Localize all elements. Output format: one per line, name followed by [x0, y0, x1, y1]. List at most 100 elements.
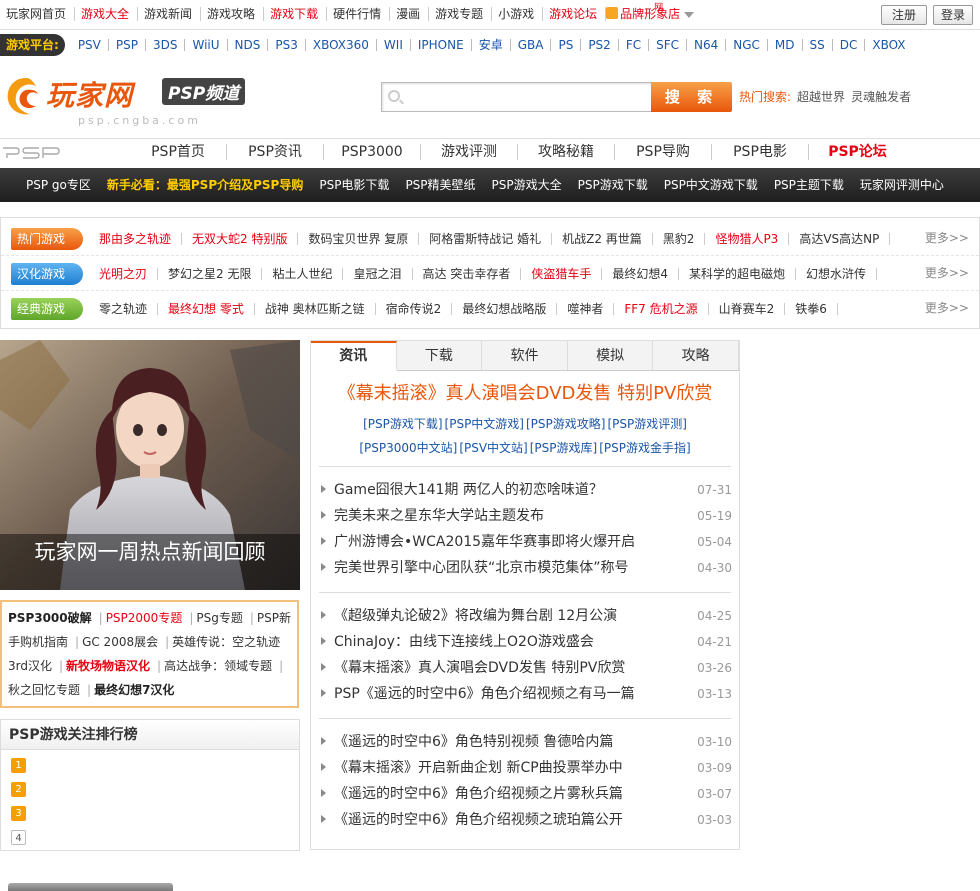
game-link[interactable]: 最终幻想4 [602, 267, 679, 280]
topic-link[interactable]: 秋之回忆专题 [8, 683, 80, 697]
platform-link[interactable]: FC [619, 39, 650, 51]
game-link[interactable]: 最终幻想战略版 [452, 303, 558, 315]
headline-link[interactable]: [PSP游戏库] [530, 441, 597, 455]
channel-tab[interactable]: 攻略秘籍 [518, 144, 615, 160]
headline-link[interactable]: [PSP游戏评测] [607, 417, 686, 431]
game-link[interactable]: 光明之刃 [89, 267, 159, 280]
platform-link[interactable]: MD [768, 39, 803, 51]
top-nav-link[interactable]: 游戏专题 [429, 7, 493, 21]
sub-nav-link[interactable]: PSP中文游戏下载 [656, 168, 766, 202]
more-link[interactable]: 更多>> [925, 299, 969, 316]
top-nav-link[interactable]: 硬件行情 [327, 7, 391, 21]
news-tab[interactable]: 下载 [397, 341, 483, 370]
headline-link[interactable]: [PSP游戏攻略] [526, 417, 605, 431]
news-title[interactable]: 《遥远的时空中6》角色介绍视频之片雾秋兵篇 [334, 786, 623, 802]
news-item[interactable]: ChinaJoy：由线下连接线上O2O游戏盛会 04-21 [321, 630, 732, 654]
news-title[interactable]: ChinaJoy：由线下连接线上O2O游戏盛会 [334, 634, 594, 650]
sub-nav-link[interactable]: 玩家网评测中心 [852, 168, 952, 202]
news-title[interactable]: 《幕末摇滚》真人演唱会DVD发售 特别PV欣赏 [334, 660, 625, 676]
register-button[interactable]: 注册 [881, 5, 927, 25]
headline-link[interactable]: [PSP中文游戏] [445, 417, 524, 431]
chevron-down-icon[interactable] [684, 11, 695, 18]
platform-link[interactable]: PS2 [581, 39, 619, 51]
game-link[interactable]: 怪物猎人P3 [705, 232, 790, 245]
game-link[interactable]: 最终幻想 零式 [158, 303, 255, 315]
bottom-tab[interactable] [8, 883, 173, 891]
hot-keyword[interactable]: 灵魂触发者 [851, 90, 911, 104]
channel-tab[interactable]: PSP首页 [130, 144, 227, 160]
topic-link[interactable]: 最终幻想7汉化 [94, 683, 174, 697]
sub-nav-link[interactable]: PSP go专区 [18, 168, 99, 202]
top-nav-link[interactable]: 玩家网首页 [0, 7, 76, 21]
game-link[interactable]: 无双大蛇2 特别版 [182, 232, 299, 245]
news-item[interactable]: 完美未来之星东华大学站主题发布 05-19 [321, 504, 732, 528]
platform-link[interactable]: N64 [687, 39, 727, 51]
top-nav-link[interactable]: 游戏下载 [264, 7, 328, 21]
platform-link[interactable]: WiiU [185, 39, 228, 51]
game-link[interactable]: 梦幻之星2 无限 [158, 267, 263, 280]
platform-link[interactable]: DC [833, 39, 866, 51]
game-link[interactable]: 零之轨迹 [89, 303, 159, 315]
game-link[interactable]: 某科学的超电磁炮 [679, 267, 796, 280]
sub-nav-link[interactable]: 新手必看：最强PSP介绍及PSP导购 [99, 168, 311, 202]
platform-link[interactable]: PSP [109, 39, 146, 51]
game-link[interactable]: 幻想水浒传 [796, 267, 878, 280]
news-tab[interactable]: 资讯 [311, 341, 397, 371]
headline-link[interactable]: [PSP游戏下载] [363, 417, 442, 431]
topic-link[interactable]: PSP3000破解 [8, 611, 92, 625]
news-item[interactable]: 《幕末摇滚》真人演唱会DVD发售 特别PV欣赏 03-26 [321, 656, 732, 680]
platform-link[interactable]: NGC [726, 39, 768, 51]
topic-link[interactable]: GC 2008展会 [82, 635, 158, 649]
top-nav-link[interactable]: 漫画 [390, 7, 430, 21]
news-title[interactable]: 广州游博会•WCA2015嘉年华赛事即将火爆开启 [334, 534, 635, 550]
platform-link[interactable]: PSV [71, 39, 109, 51]
game-link[interactable]: FF7 危机之源 [614, 303, 709, 315]
game-link[interactable]: 噬神者 [557, 303, 615, 315]
site-logo[interactable]: 玩家网 PSP频道 psp.cngba.com [2, 72, 262, 130]
game-link[interactable]: 宿命传说2 [376, 303, 453, 315]
platform-link[interactable]: PS [551, 39, 582, 51]
news-item[interactable]: Game囧很大141期 两亿人的初恋啥味道？ 07-31 [321, 478, 732, 502]
top-nav-link[interactable]: 游戏大全 [75, 7, 139, 21]
topic-link[interactable]: PSP2000专题 [106, 611, 183, 625]
news-item[interactable]: PSP《遥远的时空中6》角色介绍视频之有马一篇 03-13 [321, 682, 732, 706]
channel-tab[interactable]: PSP资讯 [227, 144, 324, 160]
game-link[interactable]: 高达 突击幸存者 [413, 267, 522, 280]
platform-link[interactable]: XBOX360 [306, 39, 377, 51]
search-button[interactable]: 搜 索 [651, 82, 732, 112]
hot-keyword[interactable]: 超越世界 [797, 90, 845, 104]
platform-link[interactable]: NDS [228, 39, 269, 51]
platform-link[interactable]: IPHONE [411, 39, 472, 51]
game-link[interactable]: 高达VS高达NP [789, 232, 891, 245]
hero-caption[interactable]: 玩家网一周热点新闻回顾 [0, 534, 300, 590]
news-tab[interactable]: 攻略 [653, 341, 739, 370]
game-category-badge[interactable]: 热门游戏 [11, 227, 83, 250]
headline-link[interactable]: [PSP游戏金手指] [599, 441, 690, 455]
game-category-badge[interactable]: 经典游戏 [11, 298, 83, 320]
platform-link[interactable]: WII [377, 39, 411, 51]
news-item[interactable]: 《遥远的时空中6》角色介绍视频之琥珀篇公开 03-03 [321, 808, 732, 832]
news-tab[interactable]: 软件 [482, 341, 568, 370]
news-item[interactable]: 《遥远的时空中6》角色特别视频 鲁德哈内篇 03-10 [321, 730, 732, 754]
platform-link[interactable]: GBA [511, 39, 552, 51]
news-title[interactable]: 《幕末摇滚》开启新曲企划 新CP曲投票举办中 [334, 760, 623, 776]
game-link[interactable]: 机战Z2 再世篇 [552, 232, 653, 245]
game-link[interactable]: 黑豹2 [653, 232, 706, 245]
news-tab[interactable]: 模拟 [568, 341, 654, 370]
news-title[interactable]: 《遥远的时空中6》角色特别视频 鲁德哈内篇 [334, 734, 613, 750]
platform-link[interactable]: SS [803, 39, 833, 51]
sub-nav-link[interactable]: PSP游戏大全 [484, 168, 570, 202]
platform-link[interactable]: 安卓 [472, 39, 511, 51]
topic-link[interactable]: PSg专题 [196, 611, 242, 625]
more-link[interactable]: 更多>> [925, 264, 969, 281]
news-title[interactable]: Game囧很大141期 两亿人的初恋啥味道？ [334, 482, 603, 498]
game-link[interactable]: 数码宝贝世界 复原 [298, 232, 420, 245]
channel-tab[interactable]: PSP导购 [615, 144, 712, 160]
news-title[interactable]: PSP《遥远的时空中6》角色介绍视频之有马一篇 [334, 686, 635, 702]
channel-tab[interactable]: PSP论坛 [809, 144, 906, 160]
sub-nav-link[interactable]: PSP主题下载 [766, 168, 852, 202]
game-category-badge[interactable]: 汉化游戏 [11, 262, 83, 285]
news-item[interactable]: 《幕末摇滚》开启新曲企划 新CP曲投票举办中 03-09 [321, 756, 732, 780]
news-item[interactable]: 广州游博会•WCA2015嘉年华赛事即将火爆开启 05-04 [321, 530, 732, 554]
top-nav-link[interactable]: 游戏新闻 [138, 7, 202, 21]
